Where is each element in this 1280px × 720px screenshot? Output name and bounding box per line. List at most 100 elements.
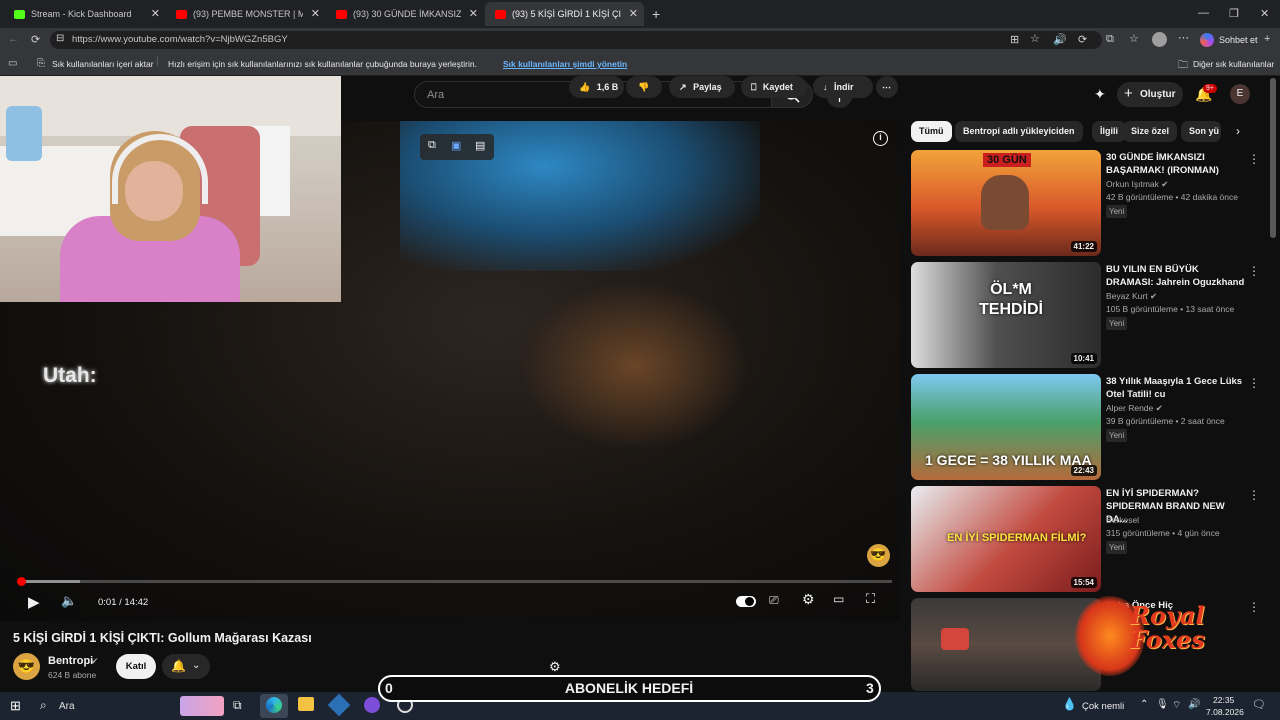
- split-screen-icon[interactable]: ⧉: [1106, 33, 1114, 46]
- video-title[interactable]: 30 GÜNDE İMKANSIZI BAŞARMAK! (IRONMAN): [1106, 151, 1246, 177]
- video-mode-icon[interactable]: ▣: [451, 139, 461, 152]
- notes-icon[interactable]: ▤: [475, 139, 485, 152]
- chip-for-you[interactable]: Size özel: [1123, 121, 1178, 142]
- chip-recent[interactable]: Son yü: [1181, 121, 1221, 142]
- theater-mode-icon[interactable]: ▭: [833, 592, 844, 606]
- close-icon[interactable]: ✕: [311, 7, 320, 20]
- more-vertical-icon[interactable]: ⋮: [1248, 264, 1260, 278]
- tab-30-gunde[interactable]: (93) 30 GÜNDE İMKANSIZI BAŞAR ✕: [326, 2, 484, 26]
- maximize-icon[interactable]: ❐: [1229, 7, 1239, 20]
- clock-date[interactable]: 7.08.2026: [1206, 707, 1244, 717]
- more-vertical-icon[interactable]: ⋮: [1248, 152, 1260, 166]
- channel-row[interactable]: Beyaz Kurt ✔: [1106, 291, 1157, 302]
- pip-icon[interactable]: ⧉: [428, 139, 436, 152]
- notification-bell-button[interactable]: 🔔 ⌄: [162, 654, 210, 679]
- like-button[interactable]: 👍 1,6 B: [569, 76, 624, 98]
- channel-watermark-icon[interactable]: 😎: [867, 544, 890, 567]
- subtitles-icon[interactable]: ⎚: [769, 593, 779, 608]
- dislike-button[interactable]: 👎: [626, 76, 662, 98]
- window-close-icon[interactable]: ✕: [1260, 7, 1269, 20]
- channel-row[interactable]: Alper Rende ✔: [1106, 403, 1163, 414]
- video-title[interactable]: 38 Yıllık Maaşıyla 1 Gece Lüks Otel Tati…: [1106, 375, 1246, 401]
- info-icon[interactable]: i: [873, 131, 888, 146]
- favorite-star-icon[interactable]: ☆: [1030, 32, 1040, 45]
- recommendation-item[interactable]: ÖL*M TEHDİDİ 10:41 BU YILIN EN BÜYÜK DRA…: [911, 262, 1271, 368]
- progress-bar[interactable]: [17, 577, 892, 586]
- thumbnail[interactable]: EN İYİ SPIDERMAN FİLMİ? 15:54: [911, 486, 1101, 592]
- sparkle-icon[interactable]: ✦: [1094, 86, 1106, 103]
- chip-uploader[interactable]: Bentropi adlı yükleyiciden: [955, 121, 1083, 142]
- channel-avatar[interactable]: 😎: [13, 653, 40, 680]
- clock-time[interactable]: 22:35: [1213, 695, 1234, 705]
- save-button[interactable]: ⎕ Kaydet: [741, 76, 807, 98]
- chevron-right-icon[interactable]: ›: [1236, 124, 1240, 138]
- volume-icon[interactable]: 🔊: [1188, 699, 1200, 710]
- fullscreen-icon[interactable]: ⛶: [866, 591, 875, 607]
- channel-name[interactable]: Berkesel: [1106, 515, 1139, 525]
- profile-avatar[interactable]: [1152, 32, 1167, 47]
- taskbar-search[interactable]: Ara: [59, 701, 75, 712]
- create-button[interactable]: + Oluştur: [1117, 82, 1183, 107]
- copilot-chat-label[interactable]: Sohbet et: [1219, 35, 1258, 45]
- notifications-icon[interactable]: 🗨: [1252, 698, 1266, 711]
- edge-taskbar-button[interactable]: [260, 694, 288, 718]
- gear-icon[interactable]: ⚙: [549, 659, 561, 675]
- tab-pembe-monster[interactable]: (93) PEMBE MONSTER | Madara O ✕: [166, 2, 326, 26]
- file-explorer-icon[interactable]: [298, 697, 314, 711]
- weather-text[interactable]: Çok nemli: [1082, 701, 1124, 712]
- import-favorites-link[interactable]: Sık kullanılanları içeri aktar: [52, 59, 154, 69]
- download-button[interactable]: ↓ İndir: [813, 76, 873, 98]
- extensions-icon[interactable]: ⟳: [1078, 33, 1087, 46]
- channel-row[interactable]: Orkun Işıtmak ✔: [1106, 179, 1168, 190]
- thumbnail[interactable]: 30 GÜN 41:22: [911, 150, 1101, 256]
- thumbnail[interactable]: ÖL*M TEHDİDİ 10:41: [911, 262, 1101, 368]
- recommendation-item[interactable]: 30 GÜN 41:22 30 GÜNDE İMKANSIZI BAŞARMAK…: [911, 150, 1271, 256]
- account-avatar[interactable]: E: [1230, 84, 1250, 104]
- thumbnail[interactable]: [911, 598, 1101, 691]
- microphone-icon[interactable]: 🎙: [1156, 699, 1169, 710]
- add-icon[interactable]: +: [1264, 33, 1270, 45]
- tab-kick-dashboard[interactable]: Stream - Kick Dashboard ✕: [4, 2, 166, 26]
- close-icon[interactable]: ✕: [151, 7, 160, 20]
- autoplay-toggle[interactable]: [736, 596, 756, 607]
- more-vertical-icon[interactable]: ⋮: [1248, 488, 1260, 502]
- volume-icon[interactable]: 🔈: [61, 593, 77, 609]
- chip-related[interactable]: İlgili: [1092, 121, 1126, 142]
- search-highlight-image[interactable]: [180, 696, 224, 716]
- task-view-icon[interactable]: ⧉: [233, 698, 242, 713]
- read-aloud-icon[interactable]: 🔊: [1053, 33, 1067, 46]
- refresh-icon[interactable]: ⟳: [31, 33, 40, 46]
- chevron-up-icon[interactable]: ⌃: [1140, 699, 1148, 710]
- site-info-icon[interactable]: ⊟: [56, 33, 64, 44]
- wifi-icon[interactable]: ⌔: [1172, 699, 1181, 712]
- recommendation-item[interactable]: 1 GECE = 38 YILLIK MAA 22:43 38 Yıllık M…: [911, 374, 1271, 480]
- app-icon[interactable]: [327, 693, 351, 717]
- discord-icon[interactable]: [364, 697, 380, 713]
- more-menu-icon[interactable]: ⋯: [1178, 31, 1189, 44]
- close-icon[interactable]: ✕: [629, 7, 638, 20]
- join-button[interactable]: Katıl: [116, 654, 156, 679]
- chip-all[interactable]: Tümü: [911, 121, 952, 142]
- app-available-icon[interactable]: ⊞: [1010, 33, 1019, 46]
- thumbnail[interactable]: 1 GECE = 38 YILLIK MAA 22:43: [911, 374, 1101, 480]
- settings-gear-icon[interactable]: ⚙: [802, 591, 815, 608]
- recommendation-item[interactable]: EN İYİ SPIDERMAN FİLMİ? 15:54 EN İYİ SPI…: [911, 486, 1271, 592]
- share-button[interactable]: ↗ Paylaş: [669, 76, 735, 98]
- minimize-icon[interactable]: —: [1198, 7, 1209, 19]
- favorites-icon[interactable]: ☆: [1129, 32, 1139, 45]
- scrubber-handle[interactable]: [17, 577, 26, 586]
- tab-current-video[interactable]: (93) 5 KİŞİ GİRDİ 1 KİŞİ ÇIKTI: Gollu ✕: [485, 2, 644, 26]
- channel-name[interactable]: Bentropi: [48, 655, 93, 667]
- sidebar-toggle-icon[interactable]: ▭: [8, 58, 17, 69]
- back-icon[interactable]: ←: [8, 33, 19, 45]
- close-icon[interactable]: ✕: [469, 7, 478, 20]
- more-actions-button[interactable]: ⋯: [876, 76, 898, 98]
- new-tab-icon[interactable]: +: [652, 6, 660, 22]
- video-title[interactable]: BU YILIN EN BÜYÜK DRAMASI: Jahrein Oguzk…: [1106, 263, 1246, 289]
- other-favorites-link[interactable]: Diğer sık kullanılanlar: [1193, 59, 1274, 69]
- copilot-icon[interactable]: [1200, 33, 1214, 47]
- more-vertical-icon[interactable]: ⋮: [1248, 376, 1260, 390]
- url-field[interactable]: ⊟ https://www.youtube.com/watch?v=NjbWGZ…: [50, 31, 1102, 49]
- play-icon[interactable]: ▶: [28, 593, 40, 611]
- manage-favorites-link[interactable]: Sık kullanılanları şimdi yönetin: [503, 59, 627, 69]
